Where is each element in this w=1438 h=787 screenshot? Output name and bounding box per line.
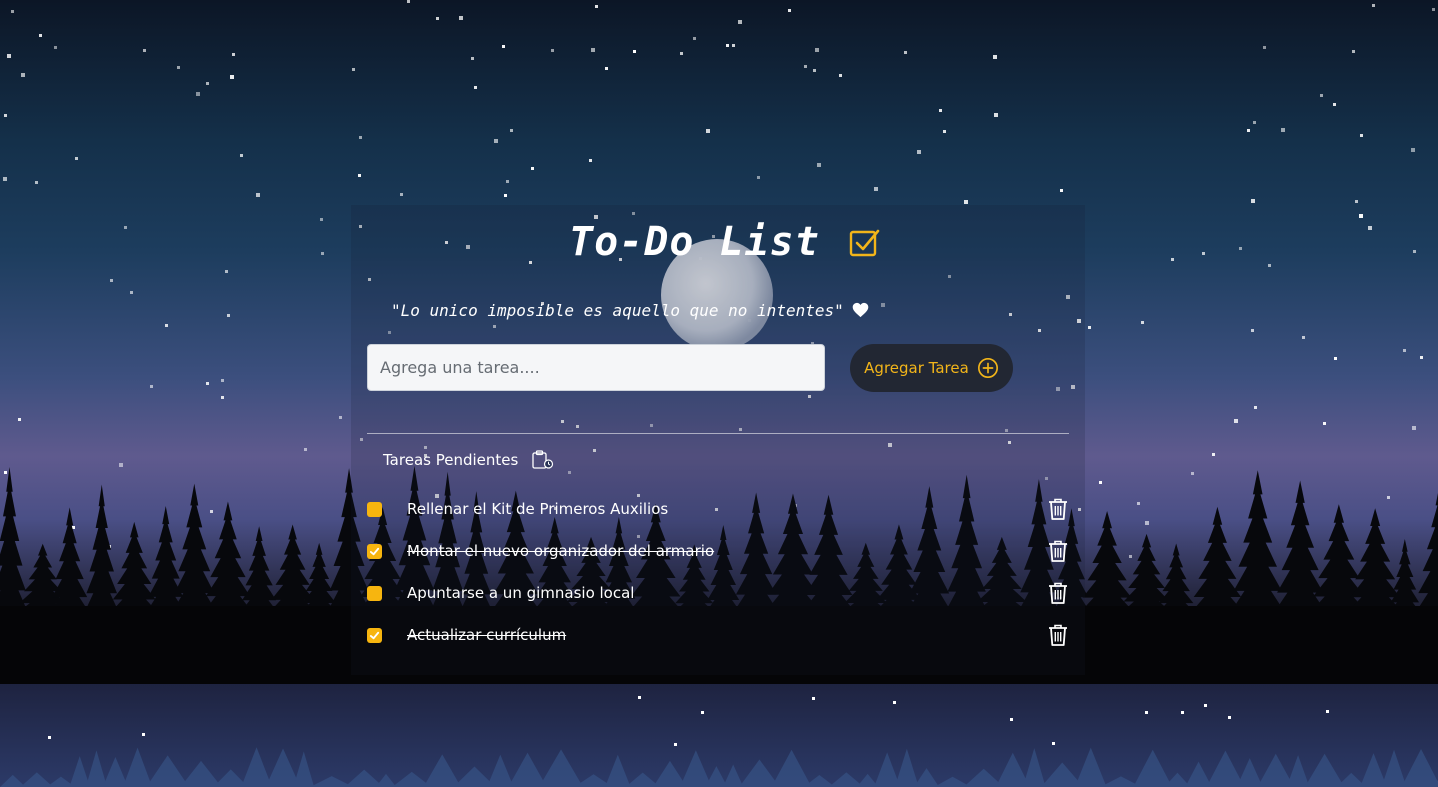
title-text: To-Do List (569, 219, 820, 265)
motivational-quote: "Lo unico imposible es aquello que no in… (391, 297, 869, 323)
trash-icon[interactable] (1047, 539, 1069, 563)
clipboard-clock-icon (532, 450, 554, 469)
trash-icon[interactable] (1047, 623, 1069, 647)
task-text: Apuntarse a un gimnasio local (407, 584, 635, 602)
plus-circle-icon (977, 358, 998, 378)
task-item: Apuntarse a un gimnasio local (367, 572, 1069, 614)
task-checkbox[interactable] (367, 501, 382, 517)
task-checkbox[interactable] (367, 627, 382, 643)
divider (367, 433, 1069, 434)
task-text: Rellenar el Kit de Primeros Auxilios (407, 500, 669, 518)
new-task-input[interactable] (367, 344, 825, 391)
task-checkbox[interactable] (367, 585, 382, 601)
task-text: Montar el nuevo organizador del armario (407, 542, 715, 560)
add-task-button[interactable]: Agregar Tarea (850, 344, 1013, 392)
section-title-text: Tareas Pendientes (383, 451, 519, 469)
task-item: Rellenar el Kit de Primeros Auxilios (367, 488, 1069, 530)
check-icon (369, 631, 380, 639)
pending-tasks-header: Tareas Pendientes (383, 448, 556, 472)
app-title: To-Do List (569, 214, 880, 270)
check-icon (369, 547, 380, 555)
quote-text: "Lo unico imposible es aquello que no in… (391, 300, 844, 320)
add-task-label: Agregar Tarea (864, 359, 969, 377)
task-checkbox[interactable] (367, 543, 382, 559)
heart-icon (852, 302, 869, 318)
task-item: Montar el nuevo organizador del armario (367, 530, 1069, 572)
trash-icon[interactable] (1047, 497, 1069, 521)
task-item: Actualizar currículum (367, 614, 1069, 656)
task-list: Rellenar el Kit de Primeros Auxilios Mon… (367, 488, 1069, 656)
task-text: Actualizar currículum (407, 626, 567, 644)
checkbox-checked-icon (849, 229, 880, 257)
trash-icon[interactable] (1047, 581, 1069, 605)
